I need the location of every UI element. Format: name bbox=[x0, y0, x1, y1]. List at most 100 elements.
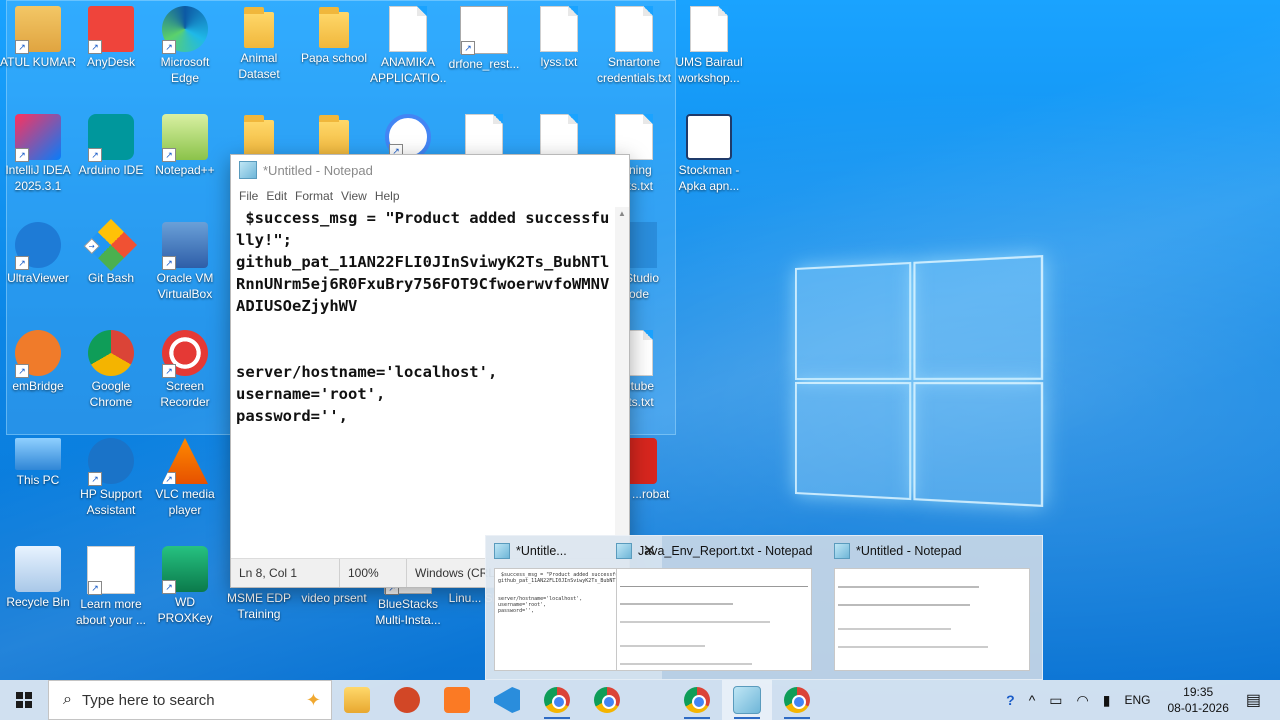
intellij-icon: ↗ bbox=[15, 114, 61, 162]
battery-icon[interactable]: ▭ bbox=[1042, 692, 1069, 709]
notepad-taskbar[interactable] bbox=[722, 680, 772, 720]
menu-help[interactable]: Help bbox=[371, 189, 404, 203]
shortcut-arrow-icon: ↗ bbox=[162, 364, 176, 378]
notepad-titlebar[interactable]: *Untitled - Notepad bbox=[231, 155, 629, 185]
notepad-text-area[interactable]: $success_msg = "Product added successful… bbox=[231, 207, 615, 559]
desktop-icon[interactable] bbox=[296, 110, 372, 158]
thumbnail-java-env-report[interactable]: Java_Env_Report.txt - Notepad bbox=[608, 536, 820, 679]
desktop-icon[interactable]: lyss.txt bbox=[521, 2, 597, 70]
menu-edit[interactable]: Edit bbox=[262, 189, 291, 203]
shortcut-arrow-icon: ↗ bbox=[88, 472, 102, 486]
shortcut-arrow-icon: ↗ bbox=[162, 148, 176, 162]
thumbnail-untitled-2[interactable]: *Untitled - Notepad bbox=[826, 536, 1038, 679]
desktop-icon[interactable]: ↗ Git Bash bbox=[73, 218, 149, 286]
chrome-taskbar-2[interactable] bbox=[582, 680, 632, 720]
file-icon bbox=[389, 6, 427, 52]
vscode-taskbar[interactable] bbox=[482, 680, 532, 720]
chrome-taskbar-3[interactable] bbox=[672, 680, 722, 720]
chrome-icon bbox=[544, 687, 570, 713]
desktop-icon[interactable]: Google Chrome bbox=[73, 326, 149, 410]
desktop-icon[interactable]: This PC bbox=[0, 434, 76, 488]
notepad-title: *Untitled - Notepad bbox=[263, 162, 373, 178]
desktop-icon[interactable]: UMS Bairaul workshop... bbox=[671, 2, 747, 86]
desktop-icon[interactable]: ↗ Notepad++ bbox=[147, 110, 223, 178]
help-icon[interactable]: ? bbox=[999, 692, 1022, 708]
menu-view[interactable]: View bbox=[337, 189, 371, 203]
app-icon: ↗ bbox=[460, 6, 508, 55]
desktop-icon[interactable]: ↗ UltraViewer bbox=[0, 218, 76, 286]
search-placeholder: Type here to search bbox=[81, 691, 215, 709]
shortcut-arrow-icon: ↗ bbox=[162, 580, 176, 594]
start-button[interactable] bbox=[0, 680, 48, 720]
desktop-icon-label: video prsent bbox=[301, 591, 367, 605]
chrome-taskbar-1[interactable] bbox=[532, 680, 582, 720]
desktop-icon[interactable]: Papa school bbox=[296, 2, 372, 66]
desktop-icon[interactable]: Animal Dataset bbox=[221, 2, 297, 82]
desktop-icon-label: Recycle Bin bbox=[6, 595, 70, 609]
recorder-icon: ↗ bbox=[162, 330, 208, 378]
file-explorer-taskbar[interactable] bbox=[332, 680, 382, 720]
vertical-scrollbar[interactable]: ▲ bbox=[615, 207, 629, 559]
desktop-icon[interactable]: Stockman - Apka apn... bbox=[671, 110, 747, 194]
shortcut-arrow-icon: ↗ bbox=[15, 148, 29, 162]
shortcut-arrow-icon: ↗ bbox=[88, 40, 102, 54]
notepad-window[interactable]: *Untitled - Notepad File Edit Format Vie… bbox=[230, 154, 630, 588]
desktop-icon[interactable]: ↗ Arduino IDE bbox=[73, 110, 149, 178]
desktop-icon-label: ANAMIKA APPLICATIO... bbox=[370, 55, 446, 85]
menu-file[interactable]: File bbox=[235, 189, 262, 203]
desktop-icon-label: Google Chrome bbox=[89, 379, 133, 409]
desktop-icon[interactable]: ↗ emBridge bbox=[0, 326, 76, 394]
arduino-icon: ↗ bbox=[88, 114, 134, 162]
chevron-up-icon[interactable]: ^ bbox=[1022, 692, 1043, 708]
desktop-icon-label: ATUL KUMAR bbox=[0, 55, 76, 69]
xampp-icon bbox=[444, 687, 470, 713]
notifications-icon[interactable]: ▤ bbox=[1239, 690, 1268, 710]
shortcut-arrow-icon: ↗ bbox=[162, 40, 176, 54]
thumbnail-title: Java_Env_Report.txt - Notepad bbox=[638, 544, 813, 558]
desktop-icon[interactable]: ↗ ATUL KUMAR bbox=[0, 2, 76, 70]
shortcut-arrow-icon: ↗ bbox=[15, 364, 29, 378]
desktop-icon[interactable]: ↗ drfone_rest... bbox=[446, 2, 522, 72]
desktop-icon-label: Learn more about your ... bbox=[75, 597, 147, 627]
clock-time: 19:35 bbox=[1183, 685, 1214, 699]
desktop-icon[interactable]: ↗ WD PROXKey bbox=[147, 542, 223, 626]
powerpoint-taskbar[interactable] bbox=[382, 680, 432, 720]
desktop-icon[interactable]: ANAMIKA APPLICATIO... bbox=[370, 2, 446, 86]
taskbar: ⌕ Type here to search ✦ ? ^ ▭ ◠ ▮ ENG 19… bbox=[0, 680, 1280, 720]
desktop-icon-label: UltraViewer bbox=[7, 271, 69, 285]
chrome-icon bbox=[594, 687, 620, 713]
desktop-icon[interactable]: ↗ Oracle VM VirtualBox bbox=[147, 218, 223, 302]
vscode-icon bbox=[494, 687, 520, 713]
scroll-up-icon[interactable]: ▲ bbox=[615, 207, 629, 221]
desktop-icon[interactable]: ↗ Learn more about your ... bbox=[73, 542, 149, 628]
xampp-taskbar[interactable] bbox=[432, 680, 482, 720]
desktop-icon-label: Git Bash bbox=[87, 271, 135, 285]
desktop-icon[interactable]: ↗ IntelliJ IDEA 2025.3.1 bbox=[0, 110, 76, 194]
desktop-icon[interactable]: ↗ Microsoft Edge bbox=[147, 2, 223, 86]
windows-logo-wallpaper bbox=[795, 254, 1044, 508]
desktop-icon-label: MSME EDP Training bbox=[226, 591, 291, 621]
desktop-icon[interactable] bbox=[221, 110, 297, 158]
chrome-taskbar-4[interactable] bbox=[772, 680, 822, 720]
desktop-icon[interactable]: Smartone credentials.txt bbox=[596, 2, 672, 86]
cursor-position: Ln 8, Col 1 bbox=[231, 559, 340, 587]
speaker-icon[interactable]: ▮ bbox=[1096, 692, 1118, 709]
desktop-icon[interactable]: Recycle Bin bbox=[0, 542, 76, 610]
desktop-icon[interactable]: ↗ Screen Recorder bbox=[147, 326, 223, 410]
system-tray: ? ^ ▭ ◠ ▮ ENG 19:35 08-01-2026 ▤ bbox=[999, 680, 1280, 720]
wifi-icon[interactable]: ◠ bbox=[1070, 692, 1096, 709]
desktop-icon[interactable]: ↗ HP Support Assistant bbox=[73, 434, 149, 518]
notepad-icon bbox=[494, 543, 510, 559]
ultraviewer-icon: ↗ bbox=[15, 222, 61, 270]
language-indicator[interactable]: ENG bbox=[1117, 693, 1157, 707]
chrome-icon bbox=[684, 687, 710, 713]
taskbar-search-box[interactable]: ⌕ Type here to search ✦ bbox=[48, 680, 332, 720]
desktop-icon[interactable]: ↗ AnyDesk bbox=[73, 2, 149, 70]
thumbnail-page bbox=[616, 568, 812, 671]
copilot-sparkle-icon[interactable]: ✦ bbox=[306, 690, 321, 711]
menu-format[interactable]: Format bbox=[291, 189, 337, 203]
desktop-icon[interactable]: ↗ VLC media player bbox=[147, 434, 223, 518]
clock[interactable]: 19:35 08-01-2026 bbox=[1157, 684, 1238, 716]
anydesk-icon: ↗ bbox=[88, 6, 134, 54]
desktop-icon-label: VLC media player bbox=[155, 487, 215, 517]
